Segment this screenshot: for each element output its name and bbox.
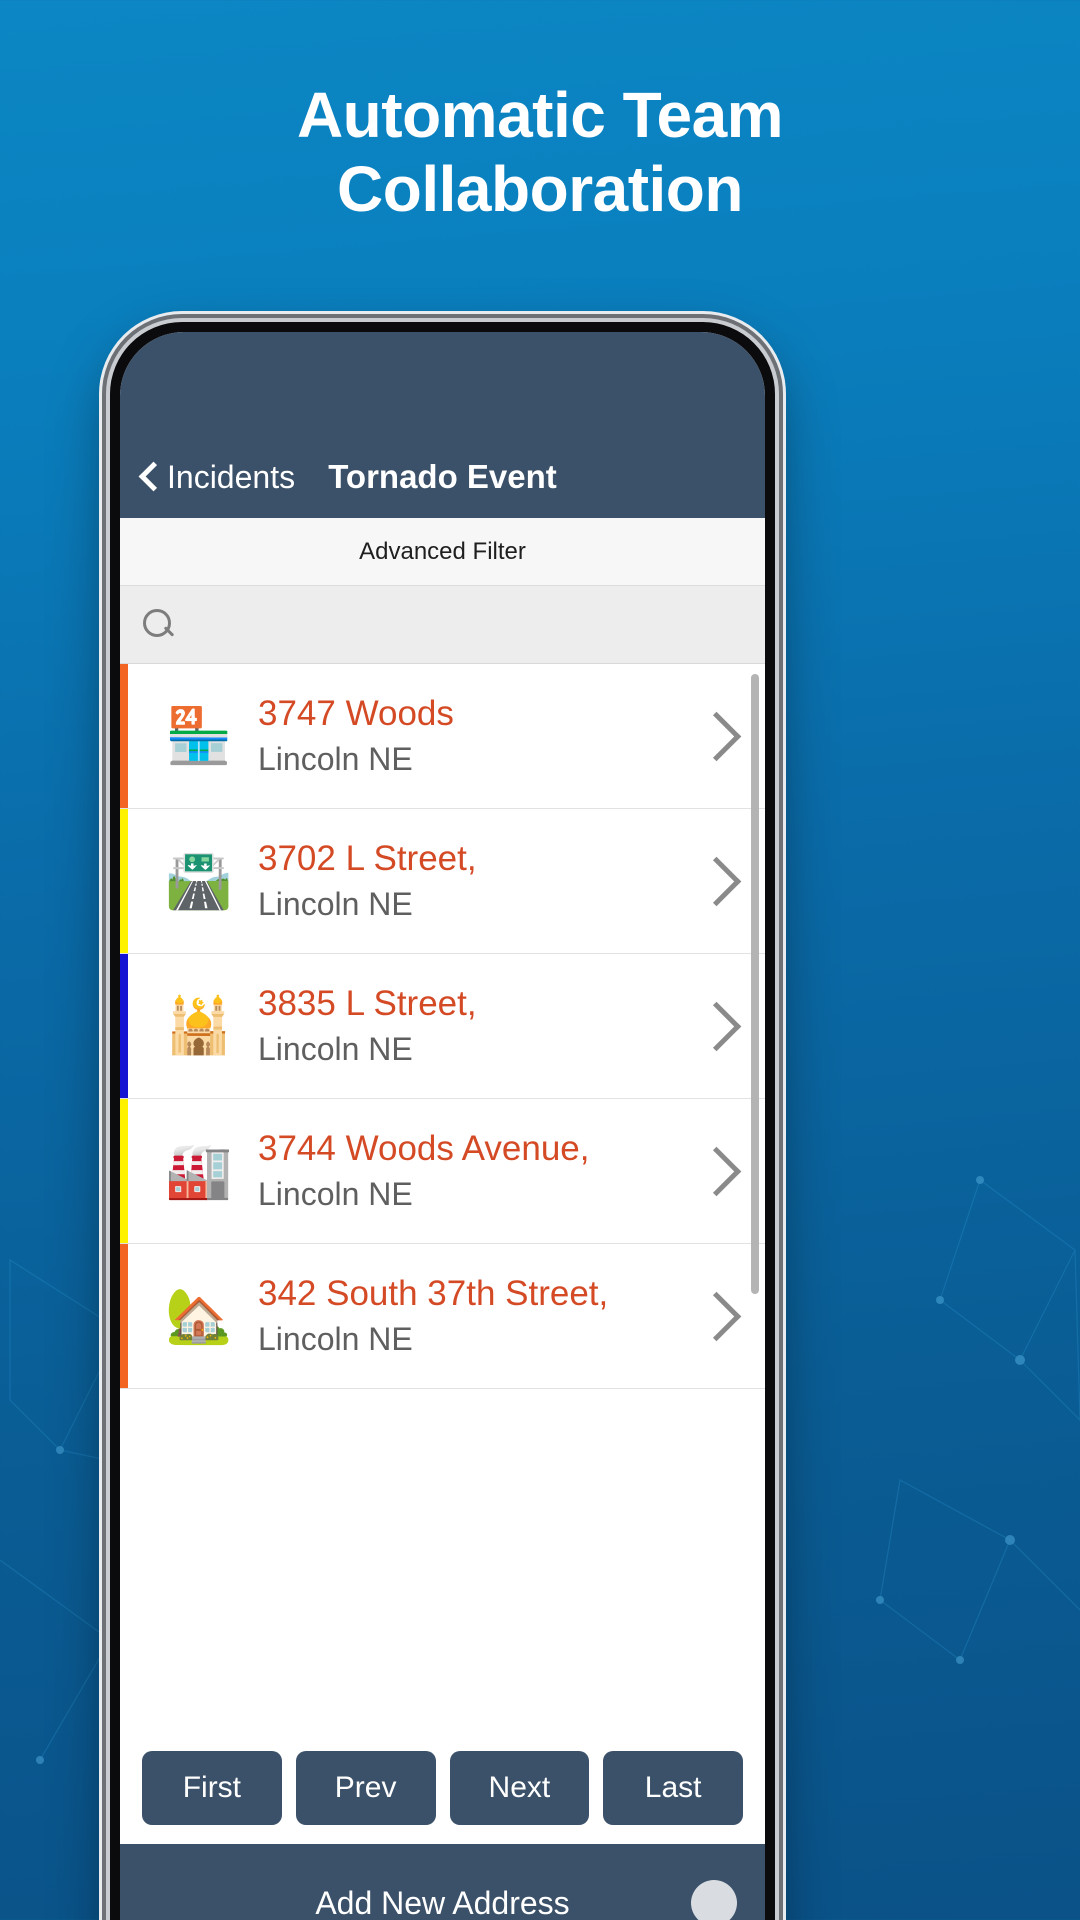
chevron-left-icon bbox=[140, 462, 157, 492]
factory-icon: 🏭 bbox=[165, 1141, 233, 1201]
row-status-indicator bbox=[120, 954, 128, 1098]
row-status-indicator bbox=[120, 1244, 128, 1388]
house-with-garden-icon: 🏡 bbox=[165, 1286, 233, 1346]
chevron-right-icon[interactable] bbox=[693, 851, 739, 911]
clock-tower-icon: 🕌 bbox=[165, 996, 233, 1056]
row-text: 3744 Woods Avenue, Lincoln NE bbox=[244, 1128, 693, 1213]
search-bar[interactable] bbox=[120, 586, 765, 664]
address-rows-container: 🏪 3747 Woods Lincoln NE 🛣️ 3702 L Street, Lin… bbox=[120, 664, 765, 1389]
advanced-filter-label: Advanced Filter bbox=[359, 537, 526, 565]
add-new-address-label: Add New Address bbox=[315, 1884, 570, 1920]
next-page-button[interactable]: Next bbox=[449, 1751, 590, 1825]
address-row[interactable]: 🏪 3747 Woods Lincoln NE bbox=[120, 664, 765, 809]
chevron-right-icon[interactable] bbox=[693, 706, 739, 766]
store-building-icon: 🏪 bbox=[165, 706, 233, 766]
chevron-right-icon[interactable] bbox=[693, 1141, 739, 1201]
row-status-indicator bbox=[120, 1099, 128, 1243]
promo-headline: Automatic Team Collaboration bbox=[0, 78, 1080, 226]
search-input[interactable] bbox=[176, 609, 743, 640]
row-subtitle: Lincoln NE bbox=[258, 1030, 413, 1067]
status-bar bbox=[120, 332, 765, 436]
pagination-bar: First Prev Next Last bbox=[120, 1732, 765, 1844]
row-text: 3835 L Street, Lincoln NE bbox=[244, 983, 693, 1068]
search-icon bbox=[142, 608, 176, 642]
list-scrollbar[interactable] bbox=[751, 674, 759, 1294]
promo-headline-line1: Automatic Team bbox=[296, 79, 784, 151]
address-list: 🏪 3747 Woods Lincoln NE 🛣️ 3702 L Street, Lin… bbox=[120, 664, 765, 1454]
row-title: 3702 L Street, bbox=[258, 839, 477, 879]
row-title: 3744 Woods Avenue, bbox=[258, 1129, 590, 1169]
row-text: 342 South 37th Street, Lincoln NE bbox=[244, 1273, 693, 1358]
prev-page-button[interactable]: Prev bbox=[295, 1751, 436, 1825]
address-row[interactable]: 🛣️ 3702 L Street, Lincoln NE bbox=[120, 809, 765, 954]
home-indicator bbox=[691, 1880, 737, 1920]
address-row[interactable]: 🕌 3835 L Street, Lincoln NE bbox=[120, 954, 765, 1099]
row-subtitle: Lincoln NE bbox=[258, 1320, 413, 1357]
back-button-label: Incidents bbox=[167, 458, 296, 495]
motorway-road-icon: 🛣️ bbox=[165, 851, 233, 911]
add-new-address-button[interactable]: Add New Address bbox=[120, 1844, 765, 1920]
address-row[interactable]: 🏡 342 South 37th Street, Lincoln NE bbox=[120, 1244, 765, 1389]
chevron-right-icon[interactable] bbox=[693, 1286, 739, 1346]
phone-screen: Incidents Tornado Event Advanced Filter … bbox=[120, 332, 765, 1920]
row-text: 3702 L Street, Lincoln NE bbox=[244, 838, 693, 923]
first-page-button[interactable]: First bbox=[142, 1751, 282, 1825]
back-button[interactable]: Incidents bbox=[140, 459, 295, 496]
row-status-indicator bbox=[120, 809, 128, 953]
chevron-right-icon[interactable] bbox=[693, 996, 739, 1056]
row-title: 3835 L Street, bbox=[258, 984, 477, 1024]
row-subtitle: Lincoln NE bbox=[258, 1175, 413, 1212]
last-page-button[interactable]: Last bbox=[603, 1751, 743, 1825]
row-title: 3747 Woods bbox=[258, 694, 454, 734]
phone-mockup: Incidents Tornado Event Advanced Filter … bbox=[110, 322, 775, 1920]
row-title: 342 South 37th Street, bbox=[258, 1274, 609, 1314]
row-subtitle: Lincoln NE bbox=[258, 885, 413, 922]
advanced-filter-button[interactable]: Advanced Filter bbox=[120, 518, 765, 586]
row-status-indicator bbox=[120, 664, 128, 808]
app-navbar: Incidents Tornado Event bbox=[120, 436, 765, 518]
promo-headline-line2: Collaboration bbox=[337, 153, 743, 226]
address-row[interactable]: 🏭 3744 Woods Avenue, Lincoln NE bbox=[120, 1099, 765, 1244]
row-text: 3747 Woods Lincoln NE bbox=[244, 693, 693, 778]
row-subtitle: Lincoln NE bbox=[258, 740, 413, 777]
